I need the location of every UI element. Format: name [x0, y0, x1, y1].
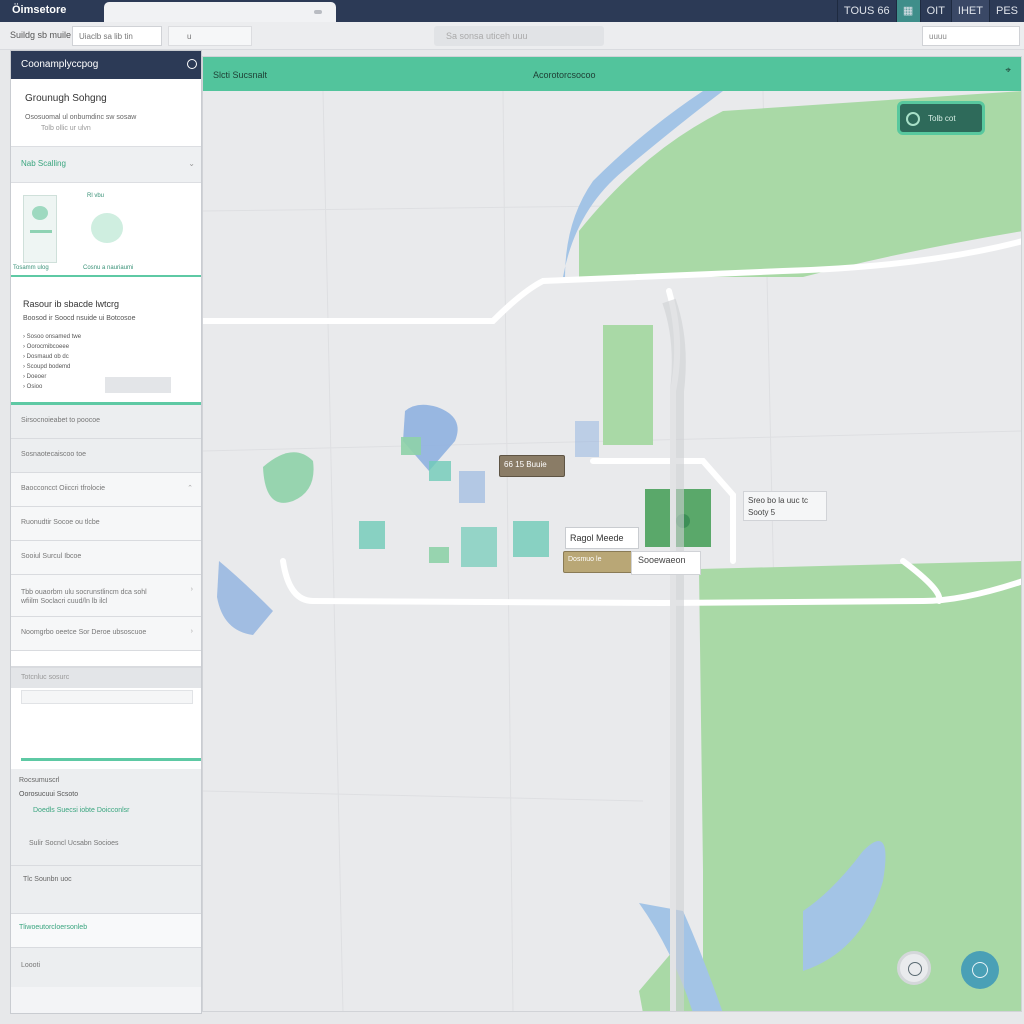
- profile-meta: Tolb ollic ur ulvn: [41, 125, 91, 132]
- park-area: [603, 325, 653, 445]
- building-marker: [459, 471, 485, 503]
- profile-block: Grounugh Sohgng Ososuomal ul onbumdinc s…: [11, 79, 201, 147]
- sidebar-footer-item[interactable]: Tlc Sounbn uoc: [11, 865, 201, 913]
- details-title: Rasour ib sbacde lwtcrg: [23, 299, 120, 309]
- map-header: Slcti Sucsnalt Acorotorcsocoo ⌖: [203, 57, 1021, 91]
- map-label[interactable]: Sreo bo la uuc tc Sooty 5: [743, 491, 827, 521]
- chevron-right-icon[interactable]: ›: [191, 586, 193, 593]
- center-search-bar[interactable]: Sa sonsa uticeh uuu: [434, 26, 604, 46]
- layer-toggle-button[interactable]: Tolb cot: [897, 101, 985, 135]
- info-link[interactable]: Doedls Suecsi iobte Doicconlsr: [33, 807, 193, 814]
- map-panel[interactable]: Slcti Sucsnalt Acorotorcsocoo ⌖ Tolb cot…: [202, 56, 1022, 1012]
- card-label: Rl vbu: [87, 193, 105, 199]
- chevron-up-icon[interactable]: ⌃: [187, 484, 193, 492]
- list-item: › Sosoo onsamed twe: [23, 334, 82, 340]
- grid-icon[interactable]: ▦: [895, 0, 920, 22]
- browser-tab[interactable]: [104, 2, 336, 22]
- app-title: Öimsetore: [12, 4, 67, 16]
- list-item: › Scoupd bodemd: [23, 364, 71, 370]
- right-search-input[interactable]: uuuu: [922, 26, 1020, 46]
- sidebar-row[interactable]: Noomgrbo oeetce Sor Deroe ubsoscuoe ›: [11, 617, 201, 651]
- top-right-item-b[interactable]: OIT: [919, 0, 951, 22]
- toolbar-chip[interactable]: u: [168, 26, 252, 46]
- section-header[interactable]: Nab Scalling ⌄: [11, 147, 201, 183]
- sidebar: Coonamplyccpog Grounugh Sohgng Ososuomal…: [10, 50, 202, 1014]
- input-block-header: Totcnluc sosurc: [11, 668, 201, 688]
- chevron-right-icon[interactable]: ›: [191, 628, 193, 635]
- info-line: Sulir Socncl Ucsabn Socioes: [29, 840, 119, 847]
- sidebar-row[interactable]: Tbb ouaorbm ulu socrunstlincm dca sohl wf…: [11, 575, 201, 617]
- sidebar-row[interactable]: Ruonudtir Socoe ou tlcbe: [11, 507, 201, 541]
- building-marker: [429, 461, 451, 481]
- sidebar-spacer: [11, 651, 201, 667]
- card-thumbnail: [23, 195, 57, 263]
- sidebar-title: Coonamplyccpog: [21, 59, 99, 70]
- card-illustration: [91, 213, 123, 243]
- toggle-label: Tolb cot: [928, 114, 956, 123]
- input-block: Totcnluc sosurc: [11, 667, 201, 769]
- info-line: Oorosucuui Scsoto: [19, 791, 79, 798]
- progress-bar: [21, 758, 201, 761]
- info-line: Rocsumuscrl: [19, 777, 60, 784]
- map-label[interactable]: Ragol Meede: [565, 527, 639, 549]
- breadcrumb[interactable]: Suildg sb muile: [10, 30, 71, 40]
- sidebar-footer-item[interactable]: Loooti: [11, 947, 201, 987]
- details-subtitle: Boosod ir Soocd nsuide ui Botcosoe: [23, 315, 136, 322]
- top-right-item-a[interactable]: TOUS 66: [836, 0, 896, 22]
- locate-button[interactable]: [897, 951, 931, 985]
- secondary-toolbar: Suildg sb muile Uiaclb sa lib tin u Sa s…: [0, 22, 1024, 50]
- sidebar-text-input[interactable]: [21, 690, 193, 704]
- details-panel: Rasour ib sbacde lwtcrg Boosod ir Soocd …: [11, 277, 201, 405]
- toggle-icon: [906, 112, 920, 126]
- building-marker: [359, 521, 385, 549]
- details-action-button[interactable]: [105, 377, 171, 393]
- chevron-down-icon[interactable]: ⌄: [188, 159, 195, 168]
- building-marker: [401, 437, 421, 455]
- map-title: Acorotorcsocoo: [533, 70, 596, 80]
- sidebar-row[interactable]: Sirsocnoieabet to poocoe: [11, 405, 201, 439]
- profile-subtitle: Ososuomal ul onbumdinc sw sosaw: [25, 114, 137, 121]
- info-block: Rocsumuscrl Oorosucuui Scsoto Doedls Sue…: [11, 769, 201, 865]
- map-label[interactable]: Sooewaeon: [631, 551, 701, 575]
- sidebar-footer-link[interactable]: Tliwoeutorcloersonleb: [11, 913, 201, 947]
- sidebar-header: Coonamplyccpog: [11, 51, 201, 79]
- building-marker: [429, 547, 449, 563]
- pin-icon[interactable]: ⌖: [1005, 65, 1011, 76]
- building-marker: [513, 521, 549, 557]
- profile-title: Grounugh Sohgng: [25, 93, 107, 104]
- preview-card[interactable]: Rl vbu Tosamm ulog Cosnu a nauriaumi: [11, 183, 201, 277]
- sidebar-row[interactable]: Sosnaotecaiscoo toe: [11, 439, 201, 473]
- card-caption: Tosamm ulog: [13, 265, 49, 271]
- map-label[interactable]: Dosmuo le: [563, 551, 633, 573]
- building-marker: [461, 527, 497, 567]
- card-caption-secondary: Cosnu a nauriaumi: [83, 265, 134, 271]
- sidebar-row[interactable]: Sooiul Surcul Ibcoe: [11, 541, 201, 575]
- top-right-item-d[interactable]: PES: [988, 0, 1024, 22]
- settings-icon[interactable]: [187, 59, 197, 69]
- map-header-label: Slcti Sucsnalt: [213, 70, 268, 80]
- top-right-controls: TOUS 66 ▦ OIT IHET PES: [836, 0, 1024, 22]
- list-item: › Oorocmibcoeee: [23, 344, 70, 350]
- app-top-bar: Öimsetore TOUS 66 ▦ OIT IHET PES: [0, 0, 1024, 22]
- section-title: Nab Scalling: [21, 159, 66, 168]
- sidebar-row[interactable]: Baocconcct Oiiccri tfrolocie ⌃: [11, 473, 201, 507]
- map-label[interactable]: 66 15 Buuie: [499, 455, 565, 477]
- filter-input[interactable]: Uiaclb sa lib tin: [72, 26, 162, 46]
- park-area: [699, 561, 1021, 1011]
- top-right-item-c[interactable]: IHET: [950, 0, 989, 22]
- search-fab[interactable]: [961, 951, 999, 989]
- tab-close-icon[interactable]: [314, 10, 322, 14]
- building-marker: [575, 421, 599, 457]
- list-item: › Dosmaud ob dc: [23, 354, 69, 360]
